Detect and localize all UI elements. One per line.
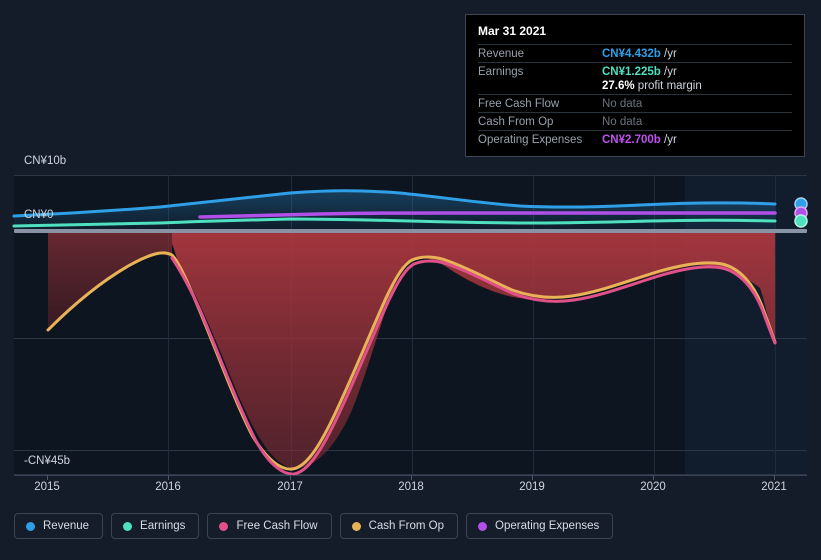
- tooltip-row-amount: CN¥2.700b: [602, 134, 661, 146]
- tooltip-row: Revenue CN¥4.432b /yr: [478, 44, 792, 62]
- y-axis-label-zero: CN¥0: [24, 209, 54, 221]
- x-axis-label-2020: 2020: [640, 481, 666, 493]
- tooltip-row-amount: CN¥4.432b: [602, 48, 661, 60]
- x-axis-label-2015: 2015: [34, 481, 60, 493]
- tooltip-row: Cash From Op No data: [478, 112, 792, 130]
- tooltip-row: 27.6% profit margin: [478, 80, 792, 94]
- zero-baseline: [14, 229, 807, 233]
- tooltip-row-value: No data: [602, 98, 642, 110]
- legend-swatch-icon: [478, 521, 488, 531]
- gridline-10b: [14, 175, 807, 176]
- legend-item-label: Free Cash Flow: [236, 520, 318, 532]
- tooltip-row-amount: No data: [602, 98, 643, 110]
- x-tick-2015: [47, 475, 48, 480]
- tooltip-row: Operating Expenses CN¥2.700b /yr: [478, 130, 792, 148]
- legend-item-free-cash-flow[interactable]: Free Cash Flow: [207, 513, 332, 539]
- tooltip-row-value: No data: [602, 116, 642, 128]
- tooltip-row-label: Operating Expenses: [478, 134, 583, 146]
- tooltip-row-value: CN¥1.225b /yr: [602, 66, 677, 78]
- legend-swatch-icon: [351, 521, 361, 531]
- chart-tooltip: Mar 31 2021 Revenue CN¥4.432b /yr Earnings…: [465, 14, 805, 157]
- vgridline-2016: [168, 175, 169, 475]
- y-axis-label-top: CN¥10b: [24, 155, 67, 167]
- tooltip-row-label: Revenue: [478, 48, 525, 60]
- tooltip-row-value: CN¥4.432b /yr: [602, 48, 677, 60]
- legend-item-cash-from-op[interactable]: Cash From Op: [339, 513, 459, 539]
- x-tick-2020: [653, 475, 654, 480]
- x-axis-label-2018: 2018: [398, 481, 424, 493]
- legend-item-operating-expenses[interactable]: Operating Expenses: [466, 513, 614, 539]
- legend-item-label: Revenue: [43, 520, 90, 532]
- plot-background-historic: [14, 175, 685, 475]
- x-axis-label-2017: 2017: [277, 481, 303, 493]
- legend-item-revenue[interactable]: Revenue: [14, 513, 104, 539]
- vgridline-2019: [533, 175, 534, 475]
- gridline-neg45b: [14, 450, 807, 451]
- legend-item-earnings[interactable]: Earnings: [111, 513, 200, 539]
- plot-area: [14, 175, 807, 475]
- vgridline-2021: [775, 175, 776, 475]
- legend-swatch-icon: [26, 521, 35, 531]
- x-axis-label-2021: 2021: [761, 481, 787, 493]
- tooltip-date: Mar 31 2021: [478, 24, 547, 38]
- legend-item-label: Earnings: [140, 520, 186, 532]
- tooltip-row-label: Cash From Op: [478, 116, 554, 128]
- y-axis-label-bottom: -CN¥45b: [24, 455, 71, 467]
- tooltip-row-amount: 27.6%: [602, 80, 635, 92]
- x-axis-label-2016: 2016: [155, 481, 181, 493]
- tooltip-row-amount: CN¥1.225b: [602, 66, 661, 78]
- tooltip-row-unit: /yr: [660, 66, 677, 78]
- x-tick-2018: [411, 475, 412, 480]
- x-tick-2017: [290, 475, 291, 480]
- vgridline-2017: [291, 175, 292, 475]
- tooltip-row-value: CN¥2.700b /yr: [602, 134, 677, 146]
- x-axis-label-2019: 2019: [519, 481, 545, 493]
- tooltip-row-label: Free Cash Flow: [478, 98, 560, 110]
- x-tick-2016: [168, 475, 169, 480]
- tooltip-rows: Revenue CN¥4.432b /yr Earnings CN¥1.225b /y…: [478, 44, 792, 148]
- legend-item-label: Operating Expenses: [495, 520, 600, 532]
- tooltip-row-amount: No data: [602, 116, 643, 128]
- tooltip-row-unit: /yr: [660, 134, 677, 146]
- tooltip-row: Earnings CN¥1.225b /yr: [478, 62, 792, 80]
- tooltip-row-unit: profit margin: [634, 80, 702, 92]
- chart-root: CN¥10b CN¥0 -CN¥45b 2015 2016 2017 2018 …: [0, 0, 821, 560]
- gridline-neg15b: [14, 338, 807, 339]
- tooltip-row-label: Earnings: [478, 66, 524, 78]
- x-tick-2019: [532, 475, 533, 480]
- tooltip-row-unit: /yr: [660, 48, 677, 60]
- legend-swatch-icon: [123, 521, 133, 531]
- plot-background-recent: [685, 175, 807, 475]
- legend-item-label: Cash From Op: [368, 520, 445, 532]
- tooltip-row-value: 27.6% profit margin: [602, 80, 702, 92]
- vgridline-2020: [654, 175, 655, 475]
- legend-swatch-icon: [219, 521, 229, 531]
- x-tick-2021: [774, 475, 775, 480]
- tooltip-row: Free Cash Flow No data: [478, 94, 792, 112]
- vgridline-2018: [412, 175, 413, 475]
- chart-legend: Revenue Earnings Free Cash Flow Cash From O…: [14, 513, 614, 539]
